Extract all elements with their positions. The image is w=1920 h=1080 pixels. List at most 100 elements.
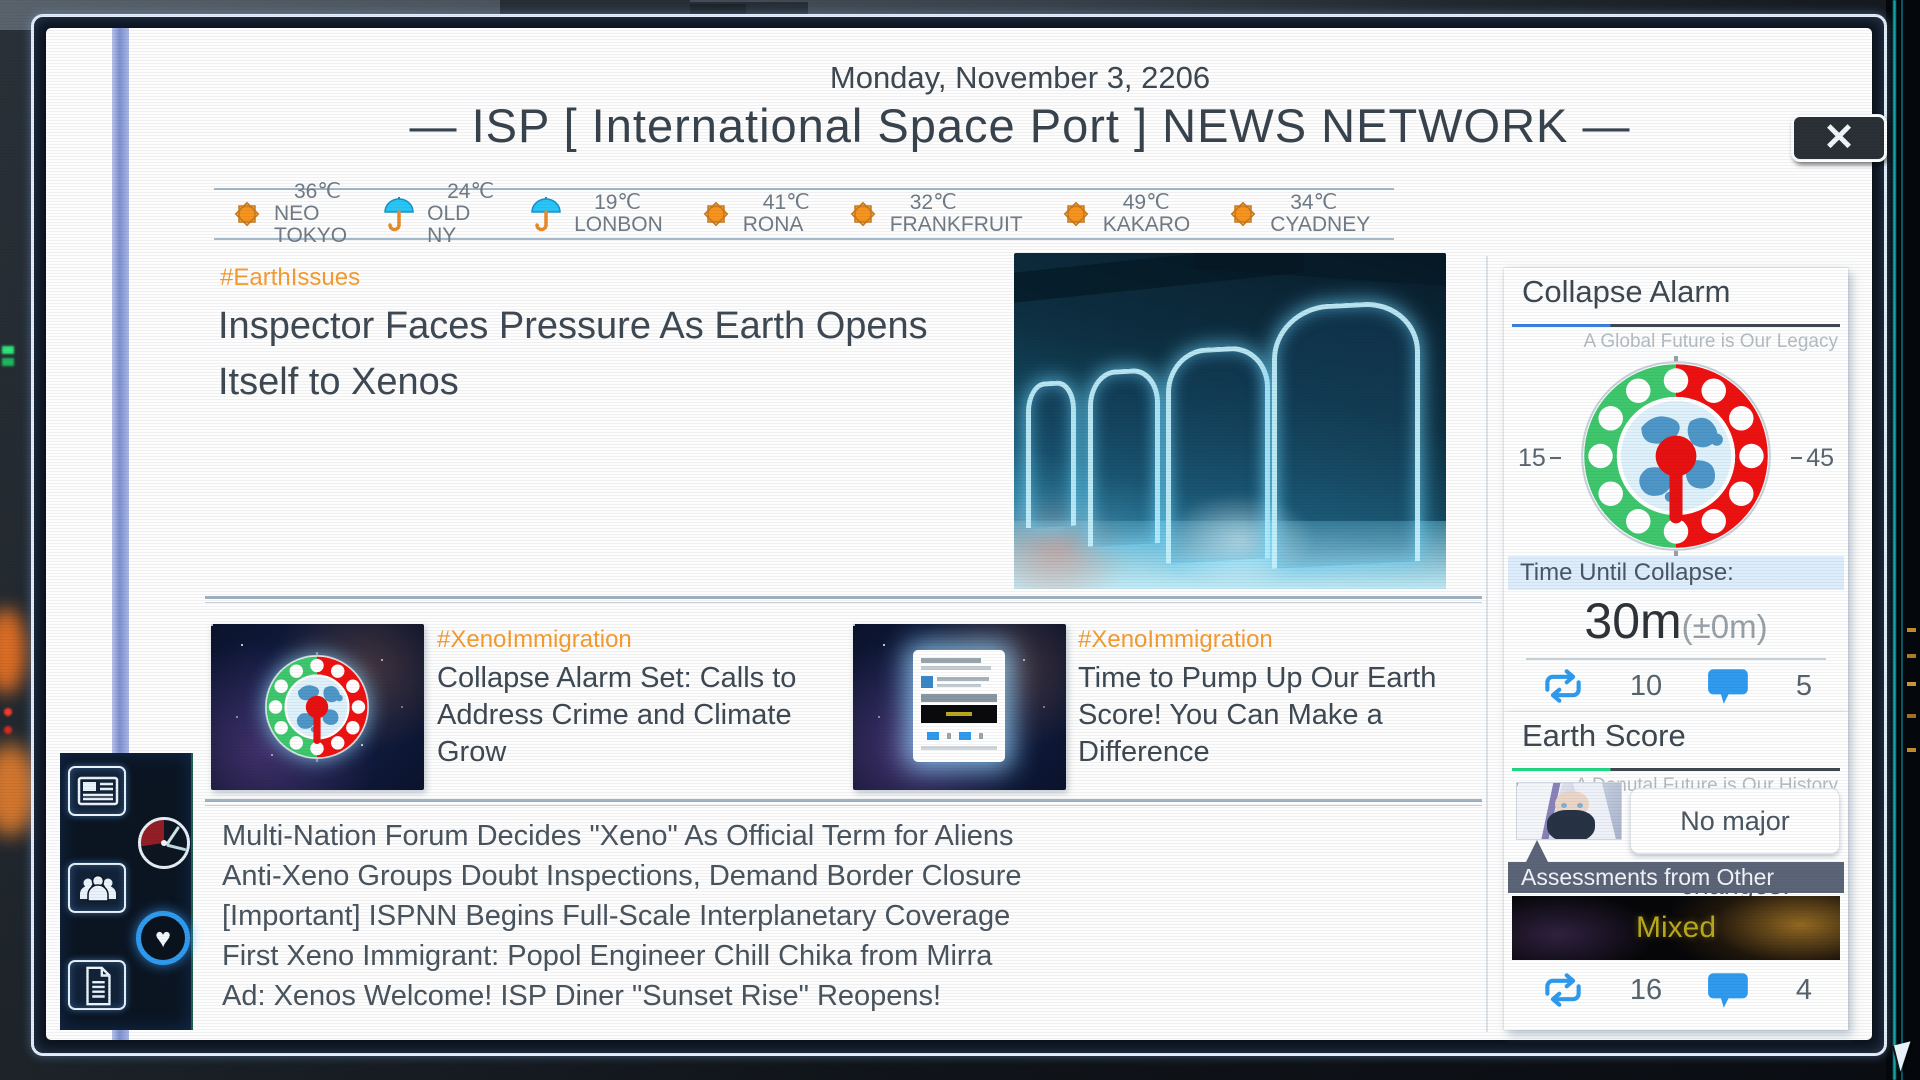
background-green-leds	[2, 346, 14, 354]
clock-hand	[166, 844, 186, 852]
main-article-headline[interactable]: Inspector Faces Pressure As Earth Opens …	[218, 298, 1008, 410]
close-icon: ✕	[1823, 117, 1855, 159]
city-name: FRANKFRUIT	[890, 214, 1023, 236]
time-margin: (±0m)	[1682, 608, 1768, 645]
city-name: RONA	[743, 214, 810, 236]
gate-graphic	[1166, 344, 1270, 563]
article-tag[interactable]: #XenoImmigration	[1078, 626, 1273, 654]
sun-icon	[844, 195, 882, 233]
title-underline	[1512, 768, 1840, 771]
repost-count: 16	[1630, 974, 1662, 1007]
avatar-eye	[1561, 803, 1567, 808]
section-divider	[205, 799, 1482, 806]
collapse-alarm-card: Collapse Alarm A Global Future is Our Le…	[1504, 268, 1848, 712]
sub-article-headline[interactable]: Collapse Alarm Set: Calls to Address Cri…	[437, 660, 837, 771]
card-title: Earth Score	[1522, 718, 1686, 754]
neon-line	[1893, 0, 1896, 1080]
document-icon	[74, 965, 122, 1007]
temperature: 24℃	[427, 181, 494, 203]
article-tag[interactable]: #XenoImmigration	[437, 626, 632, 654]
weather-item: 41℃RONA	[697, 192, 810, 236]
news-item[interactable]: Anti-Xeno Groups Doubt Inspections, Dema…	[222, 856, 1477, 896]
main-article-image[interactable]	[1014, 253, 1446, 589]
title-underline	[1512, 324, 1840, 327]
temperature: 34℃	[1270, 192, 1370, 214]
gauge-max-label: 45	[1806, 444, 1834, 473]
weather-item: 24℃OLD NY	[381, 181, 494, 247]
weather-item: 19℃LONBON	[528, 192, 663, 236]
page-title: — ISP [ International Space Port ] NEWS …	[140, 98, 1900, 153]
comment-bubble-icon	[1706, 667, 1752, 705]
city-name: CYADNEY	[1270, 214, 1370, 236]
time-until-collapse-strip: Time Until Collapse:	[1508, 556, 1844, 590]
assessments-header: Assessments from Other Planets	[1508, 862, 1844, 893]
game-screen: ✕ Monday, November 3, 2206 — ISP [ Inter…	[0, 0, 1920, 1080]
weather-item: 34℃CYADNEY	[1224, 192, 1370, 236]
gauge-tick-dash	[1550, 457, 1561, 459]
clock-center	[161, 840, 167, 846]
time-indicator	[138, 817, 190, 869]
card-slogan: A Global Future is Our Legacy	[1583, 331, 1838, 353]
avatar-eye	[1577, 803, 1583, 808]
sub-article-thumbnail[interactable]	[211, 624, 424, 790]
comment-bubble-icon	[1706, 971, 1752, 1009]
news-item[interactable]: Ad: Xenos Welcome! ISP Diner "Sunset Ris…	[222, 976, 1477, 1016]
card-divider	[1526, 658, 1826, 660]
section-divider	[205, 596, 1482, 603]
gauge-tick-dash	[1791, 457, 1802, 459]
umbrella-icon	[528, 195, 566, 233]
neon-line	[1901, 0, 1903, 1080]
sun-icon	[1057, 195, 1095, 233]
temperature: 19℃	[574, 192, 663, 214]
gate-graphic	[1272, 299, 1420, 569]
temperature: 41℃	[743, 192, 810, 214]
sun-icon	[697, 195, 735, 233]
news-item[interactable]: [Important] ISPNN Begins Full-Scale Inte…	[222, 896, 1477, 936]
news-list: Multi-Nation Forum Decides "Xeno" As Off…	[222, 816, 1477, 1016]
time-value-row: 30m(±0m)	[1504, 592, 1848, 650]
sun-icon	[1224, 195, 1262, 233]
stars-graphic	[853, 624, 855, 626]
stars-graphic	[211, 624, 213, 626]
sun-icon	[228, 195, 266, 233]
news-item[interactable]: Multi-Nation Forum Decides "Xeno" As Off…	[222, 816, 1477, 856]
date-text: Monday, November 3, 2206	[140, 60, 1900, 96]
collapse-alarm-gauge	[1574, 354, 1778, 558]
gate-graphic	[1026, 380, 1076, 529]
avatar	[1516, 782, 1622, 840]
weather-item: 49℃KAKARO	[1057, 192, 1191, 236]
news-item[interactable]: First Xeno Immigrant: Popol Engineer Chi…	[222, 936, 1477, 976]
status-bubble: No major changes.	[1630, 788, 1840, 854]
time-until-collapse-label: Time Until Collapse:	[1520, 559, 1734, 587]
menu-news-button[interactable]	[68, 766, 126, 816]
menu-residents-button[interactable]	[68, 863, 126, 913]
close-button[interactable]: ✕	[1791, 114, 1887, 162]
temperature: 49℃	[1103, 192, 1191, 214]
social-row: 16 4	[1504, 966, 1848, 1014]
city-name: OLD NY	[427, 203, 494, 247]
comment-count: 4	[1796, 974, 1812, 1007]
temperature: 36℃	[274, 181, 347, 203]
gate-graphic	[1088, 367, 1160, 547]
background-right-wall	[1886, 0, 1920, 1080]
card-title: Collapse Alarm	[1522, 274, 1730, 310]
bubble-tail	[1526, 840, 1548, 862]
background-orange-light	[0, 608, 26, 694]
avatar-mask	[1547, 810, 1595, 840]
sub-article-headline[interactable]: Time to Pump Up Our Earth Score! You Can…	[1078, 660, 1473, 771]
background-red-leds	[4, 708, 12, 716]
time-value: 30m	[1584, 593, 1681, 649]
favorite-button[interactable]: ♥	[136, 911, 190, 965]
assessment-value: Mixed	[1512, 896, 1840, 960]
earth-score-card: Earth Score A Donutal Future is Our Hist…	[1504, 712, 1848, 1030]
weather-bar: 36℃NEO TOKYO 24℃OLD NY 19℃LONBON 41℃RONA…	[214, 188, 1394, 240]
menu-documents-button[interactable]	[68, 960, 126, 1010]
collapse-gauge-thumbnail	[261, 651, 373, 763]
repost-count: 10	[1630, 670, 1662, 703]
city-name: KAKARO	[1103, 214, 1191, 236]
article-tag[interactable]: #EarthIssues	[220, 264, 360, 292]
weather-item: 36℃NEO TOKYO	[228, 181, 347, 247]
sub-article-thumbnail[interactable]	[853, 624, 1066, 790]
heart-icon: ♥	[155, 923, 171, 953]
city-name: LONBON	[574, 214, 663, 236]
